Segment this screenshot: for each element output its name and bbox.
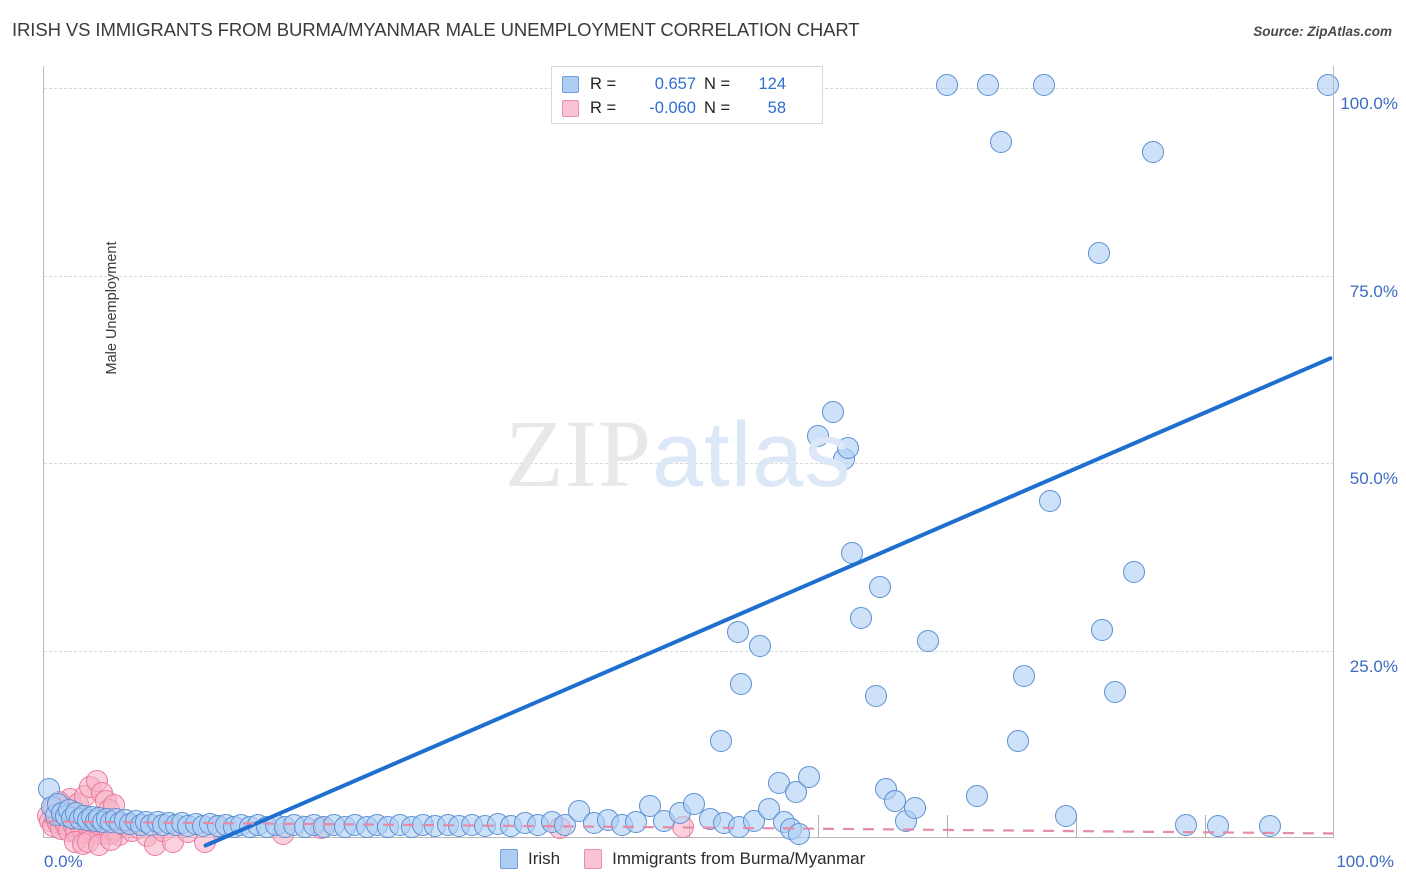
scatter-point[interactable]: [1103, 680, 1126, 703]
scatter-point[interactable]: [849, 607, 872, 630]
x-axis-tick: [1205, 815, 1206, 837]
y-axis-tick-label: 100.0%: [1340, 94, 1398, 114]
scatter-point[interactable]: [1006, 730, 1029, 753]
correlation-swatch-irish: [562, 75, 579, 93]
scatter-point[interactable]: [1090, 618, 1113, 641]
scatter-point[interactable]: [865, 685, 888, 708]
legend-swatch-irish: [500, 849, 518, 869]
scatter-point[interactable]: [797, 766, 820, 789]
legend-label-burma: Immigrants from Burma/Myanmar: [612, 849, 866, 868]
scatter-point[interactable]: [748, 635, 771, 658]
scatter-point[interactable]: [1142, 141, 1165, 164]
scatter-point[interactable]: [1088, 242, 1111, 265]
correlation-r-label-burma: R =: [590, 98, 617, 117]
scatter-point[interactable]: [990, 131, 1013, 154]
scatter-point[interactable]: [903, 797, 926, 820]
scatter-point[interactable]: [977, 73, 1000, 96]
scatter-point[interactable]: [822, 401, 845, 424]
scatter-point[interactable]: [729, 672, 752, 695]
plot-right-border: [1333, 66, 1334, 838]
x-axis-max-label: 100.0%: [1336, 852, 1394, 871]
page-title: IRISH VS IMMIGRANTS FROM BURMA/MYANMAR M…: [12, 19, 860, 40]
gridline: [44, 650, 1334, 652]
scatter-point[interactable]: [936, 73, 958, 96]
scatter-point[interactable]: [787, 822, 810, 845]
correlation-r-label-irish: R =: [590, 74, 617, 93]
scatter-point[interactable]: [1013, 665, 1036, 688]
correlation-swatch-burma: [562, 99, 579, 117]
correlation-r-value-irish: 0.657: [654, 74, 696, 93]
scatter-point[interactable]: [1206, 815, 1229, 837]
legend-entry-irish[interactable]: Irish: [500, 849, 560, 869]
scatter-point[interactable]: [1174, 814, 1197, 837]
series-legend: Irish Immigrants from Burma/Myanmar: [500, 849, 889, 869]
scatter-point[interactable]: [1123, 560, 1146, 583]
scatter-point[interactable]: [868, 575, 891, 598]
y-axis-tick-label: 75.0%: [1349, 281, 1398, 301]
x-axis-min-label: 0.0%: [44, 852, 83, 871]
correlation-n-value-burma: 58: [767, 98, 786, 117]
correlation-row-irish: R = 0.657 N = 124: [562, 72, 812, 96]
x-axis-tick: [818, 815, 819, 837]
scatter-point[interactable]: [1258, 815, 1281, 837]
correlation-n-value-irish: 124: [758, 74, 786, 93]
scatter-point[interactable]: [727, 620, 750, 643]
legend-entry-burma[interactable]: Immigrants from Burma/Myanmar: [584, 849, 865, 869]
scatter-point[interactable]: [807, 424, 829, 447]
y-axis-tick-label: 25.0%: [1349, 656, 1398, 676]
correlation-r-value-burma: -0.060: [649, 98, 696, 117]
scatter-point[interactable]: [1039, 489, 1062, 512]
scatter-point[interactable]: [836, 436, 859, 459]
legend-swatch-burma: [584, 849, 603, 869]
scatter-point[interactable]: [840, 542, 863, 565]
plot-area: [36, 66, 1339, 856]
x-axis-tick: [947, 815, 948, 837]
scatter-point[interactable]: [965, 785, 988, 808]
correlation-legend: R = 0.657 N = 124 R = -0.060 N = 58: [551, 66, 823, 124]
scatter-point[interactable]: [1054, 804, 1077, 827]
source-attribution: Source: ZipAtlas.com: [1253, 24, 1392, 39]
scatter-point[interactable]: [916, 629, 939, 652]
scatter-point[interactable]: [1316, 73, 1339, 96]
scatter-point[interactable]: [710, 729, 733, 752]
correlation-n-label-irish: N =: [704, 74, 731, 93]
gridline: [44, 463, 1334, 465]
scatter-point[interactable]: [1032, 73, 1055, 96]
y-axis-tick-label: 50.0%: [1349, 469, 1398, 489]
gridline: [44, 275, 1334, 277]
legend-label-irish: Irish: [528, 849, 561, 868]
correlation-n-label-burma: N =: [704, 98, 731, 117]
correlation-row-burma: R = -0.060 N = 58: [562, 96, 812, 120]
